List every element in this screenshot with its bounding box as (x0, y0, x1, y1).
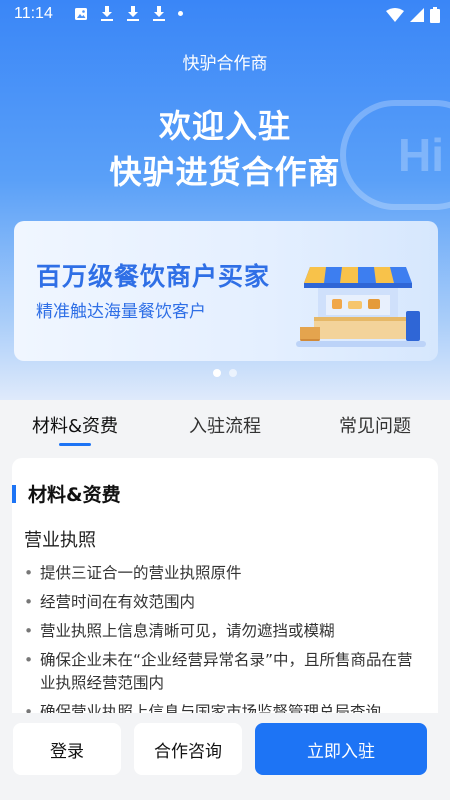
banner-subtitle: 精准触达海量餐饮客户 (36, 302, 206, 322)
requirement-list: 提供三证合一的营业执照原件 经营时间在有效范围内 营业执照上信息清晰可见，请勿遮… (24, 562, 424, 730)
welcome-headline: 欢迎入驻 快驴进货合作商 (0, 103, 450, 195)
tab-materials-fees[interactable]: 材料&资费 (0, 400, 150, 452)
list-item: 经营时间在有效范围内 (24, 591, 424, 614)
list-item: 营业执照上信息清晰可见，请勿遮挡或模糊 (24, 620, 424, 643)
more-notifications-icon (178, 11, 183, 16)
download-icon (127, 6, 139, 21)
heading-accent-bar (12, 484, 16, 503)
carousel-dot[interactable] (229, 369, 237, 377)
banner-title: 百万级餐饮商户买家 (36, 262, 271, 291)
promo-banner[interactable]: 百万级餐饮商户买家 精准触达海量餐饮客户 (14, 221, 438, 361)
card-heading: 材料&资费 (12, 480, 121, 507)
card-heading-text: 材料&资费 (28, 484, 121, 506)
status-time: 11:14 (14, 5, 53, 22)
status-bar: 11:14 (0, 0, 450, 30)
welcome-line-1: 欢迎入驻 (158, 107, 291, 145)
tab-bar: 材料&资费 入驻流程 常见问题 (0, 400, 450, 452)
system-icons (386, 7, 440, 23)
carousel-indicator (0, 369, 450, 377)
storefront-illustration (296, 267, 426, 347)
join-now-button[interactable]: 立即入驻 (255, 723, 427, 775)
bottom-action-bar: 登录 合作咨询 立即入驻 (0, 713, 450, 800)
image-icon (75, 7, 87, 20)
list-item: 确保企业未在“企业经营异常名录”中，且所售商品在营业执照经营范围内 (24, 649, 424, 695)
download-icon (153, 6, 165, 21)
tab-faq[interactable]: 常见问题 (300, 400, 450, 452)
download-icon (101, 6, 113, 21)
tab-onboarding-process[interactable]: 入驻流程 (150, 400, 300, 452)
section-title-business-license: 营业执照 (24, 530, 96, 551)
signal-icon (410, 8, 424, 22)
consult-button[interactable]: 合作咨询 (134, 723, 242, 775)
hero-header: 11:14 快驴合作商 Hi 欢迎入驻 快驴进货合作商 百万级餐饮商户买家 精准… (0, 0, 450, 400)
battery-icon (430, 7, 440, 23)
welcome-line-2: 快驴进货合作商 (109, 153, 341, 191)
list-item: 提供三证合一的营业执照原件 (24, 562, 424, 585)
notification-icons (74, 6, 183, 21)
login-button[interactable]: 登录 (13, 723, 121, 775)
page-title: 快驴合作商 (182, 54, 268, 73)
wifi-icon (386, 8, 404, 22)
carousel-dot-active[interactable] (213, 369, 221, 377)
